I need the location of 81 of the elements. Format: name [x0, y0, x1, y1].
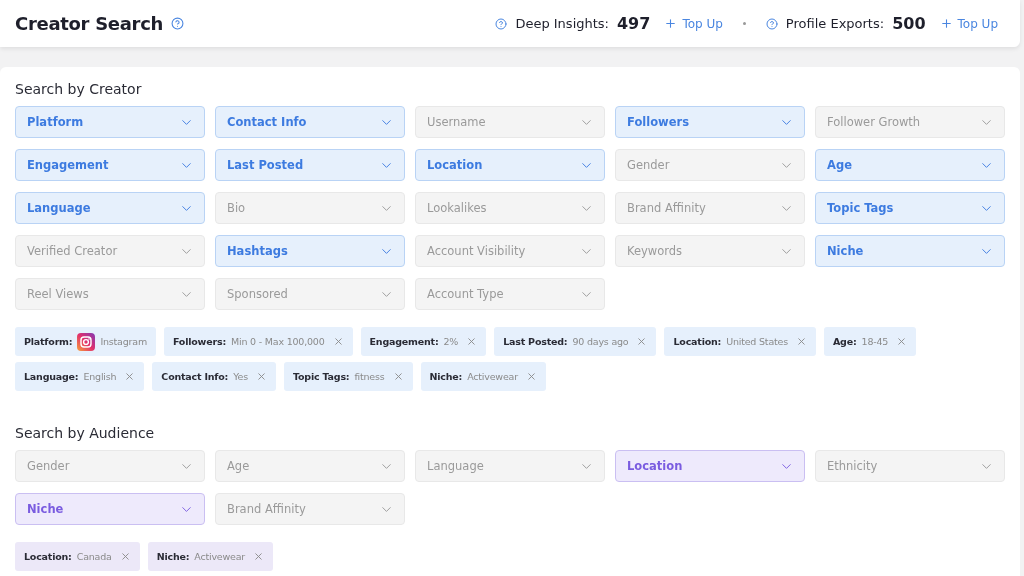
close-icon[interactable] — [525, 371, 537, 382]
filter-dropdown[interactable]: Topic Tags — [815, 192, 1005, 224]
tag-label: Engagement: — [369, 336, 439, 347]
close-icon[interactable] — [332, 336, 344, 347]
tag-label: Age: — [832, 336, 857, 347]
tag-value: 2% — [443, 336, 459, 347]
tag-value: Activewear — [467, 371, 518, 382]
filter-dropdown[interactable]: Language — [415, 450, 605, 482]
tag-label: Language: — [24, 371, 79, 382]
filter-dropdown[interactable]: Account Type — [415, 278, 605, 310]
filter-dropdown[interactable]: Verified Creator — [15, 235, 205, 267]
tag-label: Platform: — [24, 336, 73, 347]
tag-label: Niche: — [156, 551, 190, 562]
filter-dropdown[interactable]: Sponsored — [215, 278, 405, 310]
tag-label: Location: — [673, 336, 722, 347]
filter-dropdown[interactable]: Username — [415, 106, 605, 138]
filter-dropdown[interactable]: Lookalikes — [415, 192, 605, 224]
tag-label: Followers: — [172, 336, 226, 347]
close-icon[interactable] — [255, 371, 267, 382]
page-title: Creator Search — [15, 13, 164, 34]
close-icon[interactable] — [124, 371, 136, 382]
close-icon[interactable] — [636, 336, 648, 347]
close-icon[interactable] — [466, 336, 478, 347]
filter-dropdown[interactable]: Gender — [615, 149, 805, 181]
filter-dropdown[interactable]: Language — [15, 192, 205, 224]
plus-icon — [939, 17, 953, 30]
filter-dropdown[interactable]: Follower Growth — [815, 106, 1005, 138]
credit-label: Deep Insights: — [515, 16, 609, 31]
plus-icon — [664, 17, 678, 30]
top-up-link[interactable]: Top Up — [664, 16, 723, 31]
tag-label: Last Posted: — [503, 336, 568, 347]
section-title: Search by Creator — [15, 81, 143, 97]
close-icon[interactable] — [896, 336, 908, 347]
close-icon[interactable] — [392, 371, 404, 382]
section-title: Search by Audience — [15, 425, 156, 441]
tag-value: 90 days ago — [572, 336, 629, 347]
filter-dropdown[interactable]: Engagement — [15, 149, 205, 181]
filter-dropdown[interactable]: Keywords — [615, 235, 805, 267]
filter-dropdown[interactable]: Account Visibility — [415, 235, 605, 267]
tag-value: 18-45 — [861, 336, 889, 347]
help-icon[interactable] — [765, 17, 778, 30]
filter-dropdown[interactable]: Last Posted — [215, 149, 405, 181]
filter-dropdown[interactable]: Location — [615, 450, 805, 482]
filter-dropdown[interactable]: Hashtags — [215, 235, 405, 267]
help-icon[interactable] — [171, 17, 185, 30]
close-icon[interactable] — [253, 551, 265, 562]
filter-dropdown[interactable]: Gender — [15, 450, 205, 482]
close-icon[interactable] — [119, 551, 131, 562]
filter-dropdown[interactable]: Contact Info — [215, 106, 405, 138]
filter-dropdown[interactable]: Bio — [215, 192, 405, 224]
filter-dropdown[interactable]: Reel Views — [15, 278, 205, 310]
tag-value: Instagram — [100, 336, 147, 347]
tag-label: Location: — [24, 551, 72, 562]
camera-app-icon — [77, 332, 96, 351]
filter-dropdown[interactable]: Age — [815, 149, 1005, 181]
filter-dropdown[interactable]: Ethnicity — [815, 450, 1005, 482]
credit-count: 500 — [892, 14, 926, 33]
tag-value: United States — [726, 336, 788, 347]
filter-dropdown[interactable]: Brand Affinity — [615, 192, 805, 224]
top-up-link[interactable]: Top Up — [939, 16, 998, 31]
tag-value: Yes — [233, 371, 248, 382]
tag-value: Activewear — [194, 551, 246, 562]
help-icon[interactable] — [495, 17, 508, 30]
filter-dropdown[interactable]: Age — [215, 450, 405, 482]
tag-value: English — [83, 371, 117, 382]
filter-dropdown[interactable]: Location — [415, 149, 605, 181]
filter-dropdown[interactable]: Brand Affinity — [215, 493, 405, 525]
filter-dropdown[interactable]: Niche — [15, 493, 205, 525]
tag-label: Topic Tags: — [292, 371, 350, 382]
credit-count: 497 — [617, 14, 651, 33]
filter-dropdown[interactable]: Followers — [615, 106, 805, 138]
tag-value: fitness — [354, 371, 385, 382]
close-icon[interactable] — [795, 336, 807, 347]
tag-value: Canada — [76, 551, 112, 562]
filter-dropdown[interactable]: Platform — [15, 106, 205, 138]
separator-dot — [742, 22, 746, 25]
credit-label: Profile Exports: — [785, 16, 885, 31]
tag-value: Min 0 - Max 100,000 — [231, 336, 325, 347]
tag-label: Niche: — [429, 371, 463, 382]
filter-dropdown[interactable]: Niche — [815, 235, 1005, 267]
tag-label: Contact Info: — [161, 371, 229, 382]
